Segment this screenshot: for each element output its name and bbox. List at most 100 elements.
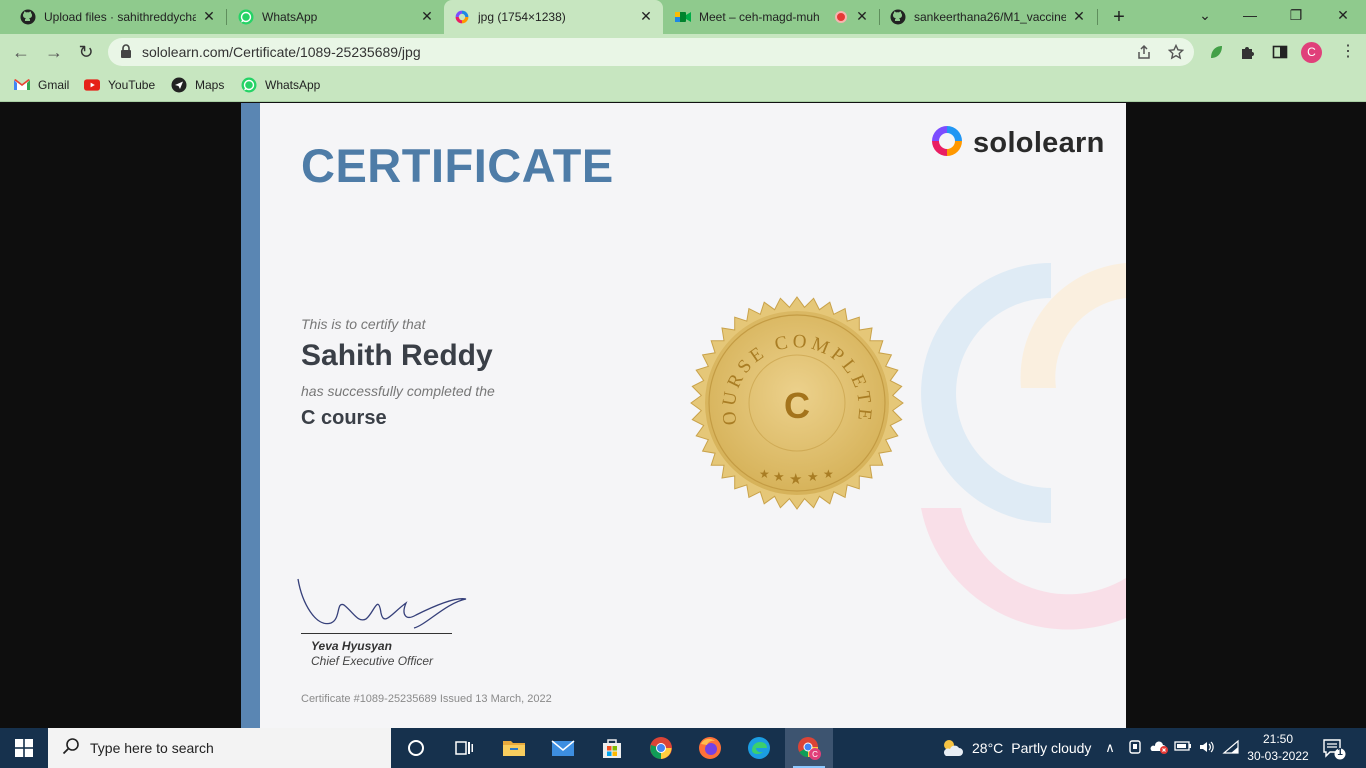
tab-whatsapp[interactable]: WhatsApp ✕ [218,0,444,34]
bookmark-label: Maps [195,78,225,92]
close-icon[interactable]: ✕ [420,9,434,23]
url-text: sololearn.com/Certificate/1089-25235689/… [142,44,421,60]
task-view-button[interactable] [440,728,488,768]
close-icon[interactable]: ✕ [639,9,653,23]
tray-chevron-up-icon[interactable]: ∧ [1101,739,1119,757]
certificate-side-stripe [241,103,260,728]
tab-github-vaccine[interactable]: sankeerthana26/M1_vaccine_ ✕ [870,0,1096,34]
tab-title: sankeerthana26/M1_vaccine_ [914,10,1066,24]
github-icon [20,9,36,25]
battery-icon[interactable] [1174,739,1192,757]
completed-text: has successfully completed the [301,383,495,399]
tab-upload-files[interactable]: Upload files · sahithreddycha ✕ [0,0,226,34]
recipient-name: Sahith Reddy [301,339,493,372]
tab-search-chevron-icon[interactable]: ⌄ [1195,5,1215,25]
more-menu-icon[interactable]: ⋮ [1340,42,1356,62]
gmail-icon [14,77,30,93]
certificate-number: Certificate #1089-25235689 Issued 13 Mar… [301,693,552,705]
side-panel-icon[interactable] [1272,44,1288,60]
profile-avatar[interactable]: C [1301,42,1322,63]
svg-text:★: ★ [759,467,770,481]
folder-icon [503,741,525,756]
notification-count: 1 [1337,747,1343,758]
tab-title: WhatsApp [262,10,318,24]
clock-date: 30-03-2022 [1247,749,1309,763]
bookmark-label: WhatsApp [265,78,321,92]
chrome-taskbar-button[interactable] [637,728,685,768]
meet-now-icon[interactable] [1126,739,1144,757]
page-viewport: CERTIFICATE sololearn This is to certify… [0,103,1366,728]
extensions-puzzle-icon[interactable] [1240,44,1256,60]
close-icon[interactable]: ✕ [855,9,869,23]
search-icon [62,737,80,760]
whatsapp-icon [241,77,257,93]
signature-drawing [297,578,467,629]
chrome-profile-icon: C [798,737,821,760]
restore-icon[interactable]: ❐ [1286,5,1306,25]
back-arrow-icon[interactable]: ← [10,41,32,63]
tab-title: Meet – ceh-magd-muh [699,10,820,24]
onedrive-error-icon[interactable] [1150,739,1168,757]
tab-google-meet[interactable]: Meet – ceh-magd-muh ✕ [663,0,879,34]
close-icon[interactable]: ✕ [1072,9,1086,23]
reload-icon[interactable]: ↻ [75,41,97,63]
store-icon [603,739,621,758]
tab-title: jpg (1754×1238) [478,10,566,24]
seal-letter: C [784,385,810,426]
bookmark-gmail[interactable]: Gmail [14,77,69,93]
signer-title: Chief Executive Officer [311,654,434,668]
mail-button[interactable] [539,728,587,768]
new-tab-button[interactable]: + [1108,6,1130,28]
signer-name: Yeva Hyusyan [311,639,392,653]
certify-text: This is to certify that [301,316,426,332]
close-icon[interactable]: ✕ [202,9,216,23]
firefox-button[interactable] [686,728,734,768]
certificate-image[interactable]: CERTIFICATE sololearn This is to certify… [241,103,1126,728]
sololearn-icon [454,9,470,25]
course-name: C course [301,407,387,429]
edge-button[interactable] [735,728,783,768]
share-icon[interactable] [1136,44,1152,60]
weather-widget[interactable]: 28°C Partly cloudy [940,728,1091,768]
bookmark-maps[interactable]: Maps [171,77,224,93]
weather-temperature: 28°C [972,740,1004,756]
taskbar-search-box[interactable]: Type here to search [48,728,391,768]
edge-icon [748,737,770,759]
task-view-icon [455,741,473,755]
bookmark-whatsapp[interactable]: WhatsApp [241,77,320,93]
bookmark-star-icon[interactable] [1167,43,1185,60]
bookmark-youtube[interactable]: YouTube [84,77,155,93]
brand-name: sololearn [973,127,1105,159]
bookmarks-bar: Gmail YouTube Maps WhatsApp [0,70,1366,102]
tab-certificate-image[interactable]: jpg (1754×1238) ✕ [444,0,663,34]
sololearn-brand: sololearn [929,123,1105,164]
system-clock[interactable]: 21:50 30-03-2022 [1240,731,1316,765]
windows-logo-icon [15,739,33,757]
svg-text:C: C [812,750,818,759]
browser-toolbar: ← → ↻ sololearn.com/Certificate/1089-252… [0,34,1366,70]
cortana-icon [408,740,424,756]
microsoft-store-button[interactable] [588,728,636,768]
svg-text:★: ★ [807,469,819,484]
clock-time: 21:50 [1262,732,1294,746]
forward-arrow-icon[interactable]: → [43,41,65,63]
course-completed-seal: COURSE COMPLETED C ★ ★ ★ ★ ★ [689,295,904,510]
windows-taskbar: Type here to search C 28°C Partly cloudy… [0,728,1366,768]
firefox-icon [699,737,721,759]
certificate-title: CERTIFICATE [301,139,614,192]
minimize-icon[interactable]: — [1240,5,1260,25]
windows-start-button[interactable] [0,728,48,768]
browser-tab-strip: Upload files · sahithreddycha ✕ WhatsApp… [0,0,1366,34]
wifi-icon[interactable] [1222,739,1240,757]
sololearn-logo-icon [929,123,965,164]
address-bar[interactable]: sololearn.com/Certificate/1089-25235689/… [108,38,1194,66]
file-explorer-button[interactable] [490,728,538,768]
leaf-extension-icon[interactable] [1208,44,1224,60]
cortana-button[interactable] [392,728,440,768]
notification-center-icon[interactable]: 1 [1322,738,1346,760]
window-close-icon[interactable]: ✕ [1333,5,1353,25]
svg-text:★: ★ [823,467,834,481]
bookmark-label: YouTube [108,78,156,92]
volume-icon[interactable] [1198,739,1216,757]
chrome-profile-taskbar-button[interactable]: C [785,728,833,768]
